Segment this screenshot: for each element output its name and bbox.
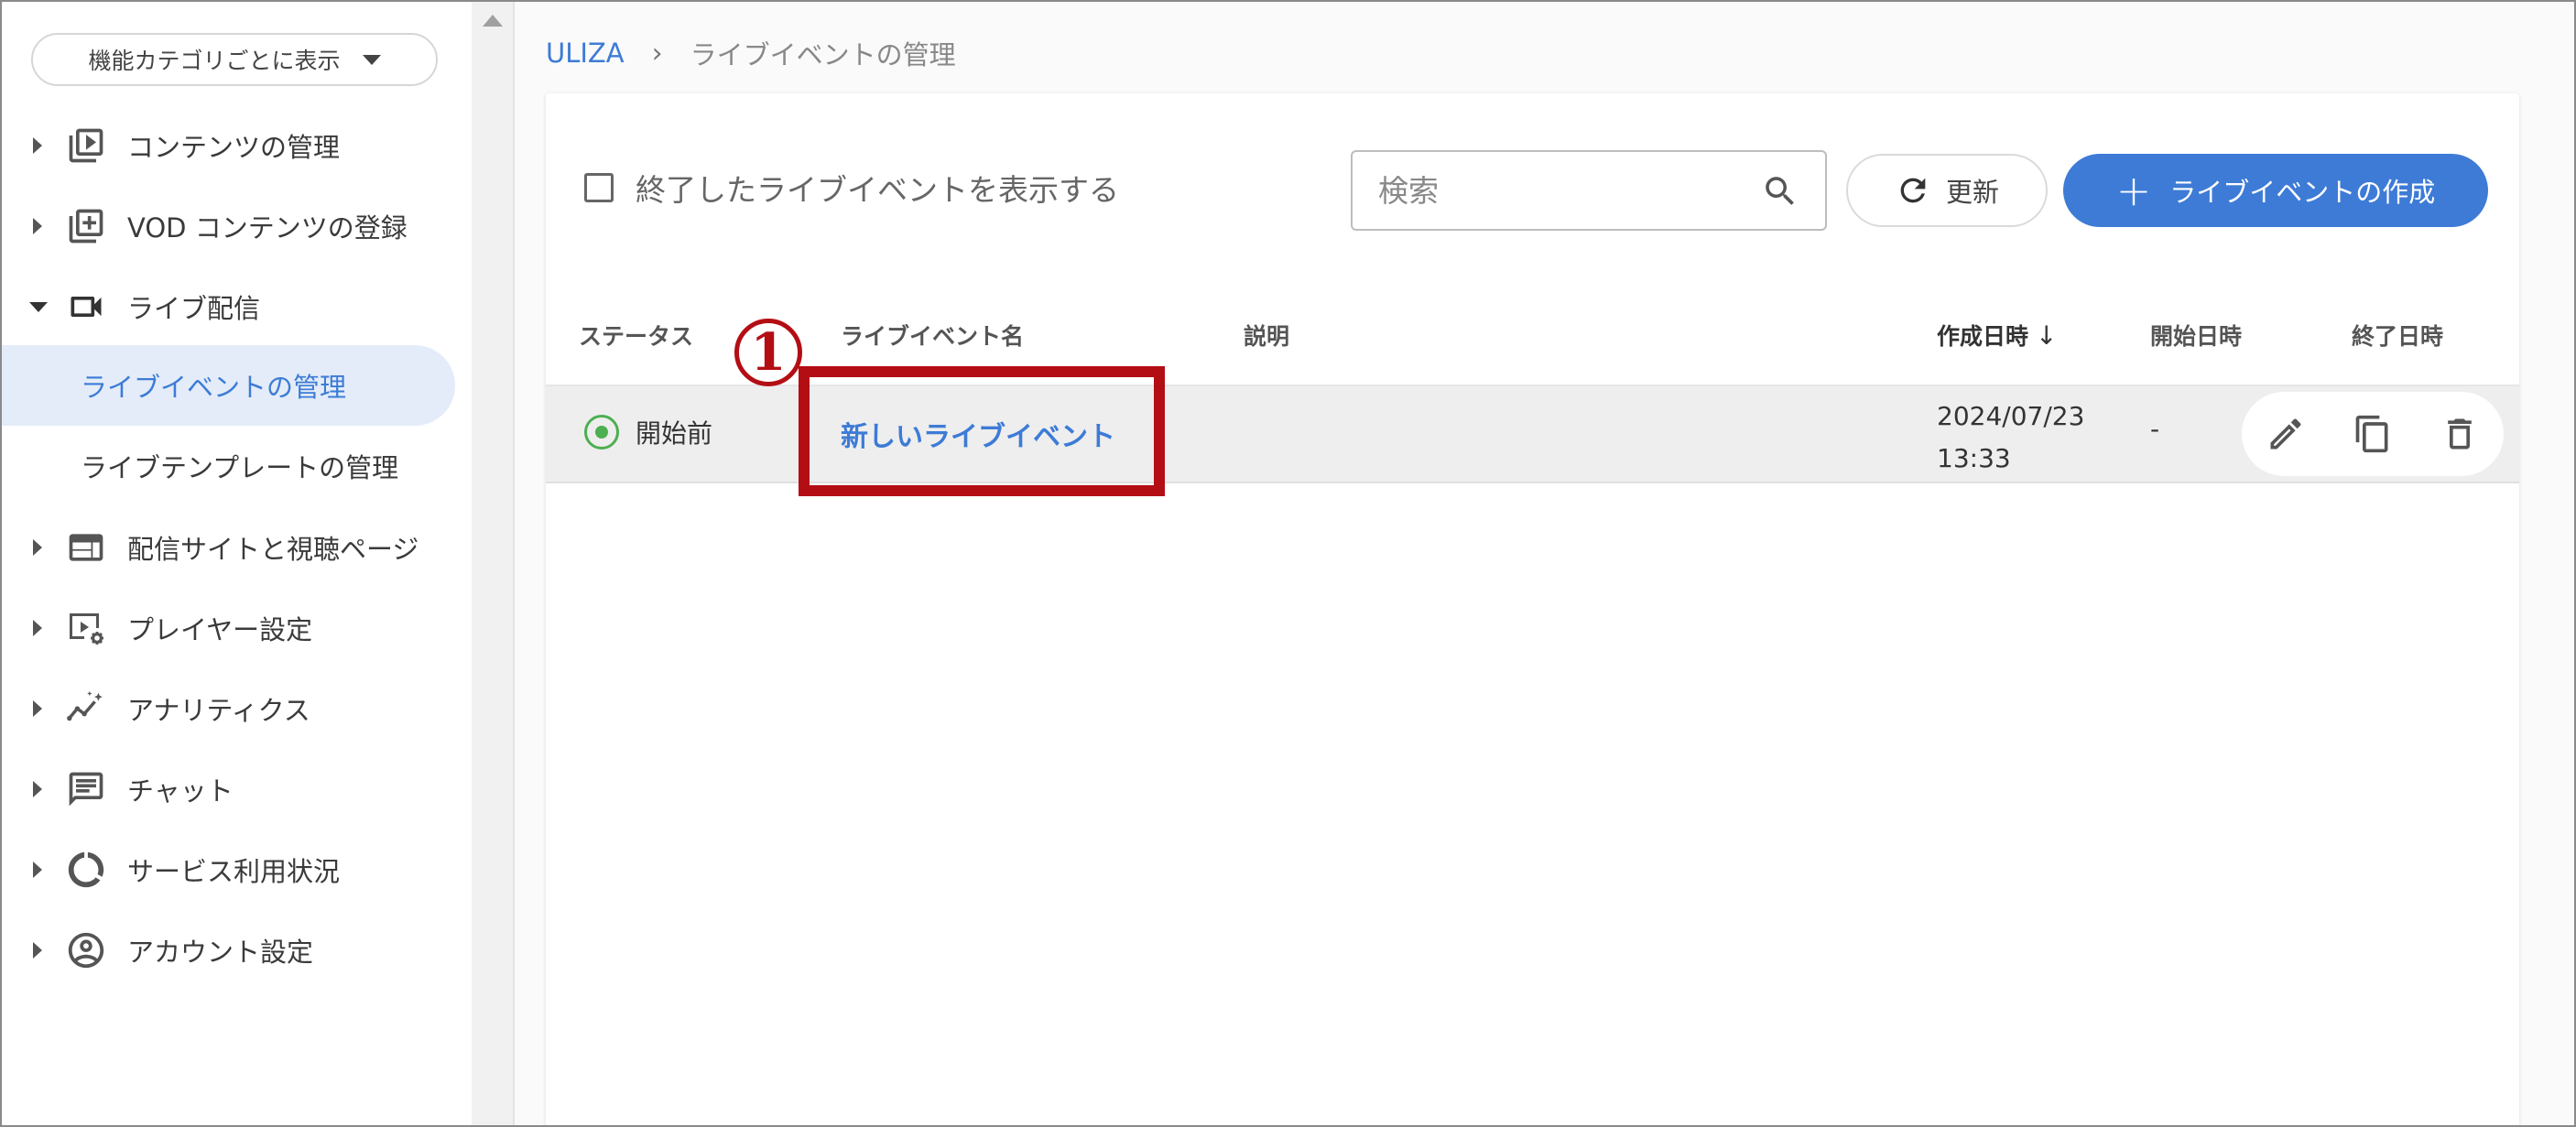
video-camera-icon [64, 285, 108, 329]
edit-icon[interactable] [2260, 408, 2311, 460]
account-circle-icon [64, 928, 108, 972]
delete-icon[interactable] [2434, 408, 2485, 460]
column-header-end[interactable]: 終了日時 [2352, 319, 2443, 352]
sidebar-subitem-label: ライブイベントの管理 [81, 372, 347, 403]
sidebar-item-label: チャット [127, 775, 234, 807]
sidebar-item-label: アナリティクス [127, 695, 310, 726]
sidebar-item-content-management[interactable]: コンテンツの管理 [2, 109, 460, 182]
live-event-card: 終了したライブイベントを表示する 更新 + ライブイベントの作成 ステータス ラ… [546, 93, 2519, 1125]
chat-icon [64, 767, 108, 811]
refresh-label: 更新 [1945, 177, 1999, 208]
sidebar-item-chat[interactable]: チャット [2, 753, 460, 826]
show-ended-label: 終了したライブイベントを表示する [636, 172, 1119, 208]
web-page-icon [64, 526, 108, 569]
sidebar-item-label: アカウント設定 [127, 937, 314, 968]
sidebar-item-service-usage[interactable]: サービス利用状況 [2, 833, 460, 906]
annotation-highlight-box [799, 366, 1165, 496]
scroll-up-arrow-icon[interactable] [483, 15, 503, 27]
app-window: 機能カテゴリごとに表示 コンテンツの管理 VOD コンテンツの登録 ライブ配信 [0, 0, 2576, 1127]
column-header-start[interactable]: 開始日時 [2150, 319, 2242, 352]
search-icon[interactable] [1761, 172, 1799, 214]
sidebar-item-account-settings[interactable]: アカウント設定 [2, 914, 460, 987]
sort-arrow-down-icon: ↓ [2036, 320, 2058, 351]
expand-caret-icon [33, 539, 42, 556]
column-header-status[interactable]: ステータス [579, 319, 693, 352]
sidebar-item-label: ライブ配信 [127, 293, 261, 324]
status-cell: 開始前 [584, 414, 712, 450]
create-live-event-button[interactable]: + ライブイベントの作成 [2063, 154, 2488, 227]
expand-caret-icon [33, 137, 42, 154]
analytics-icon [64, 687, 108, 731]
category-select[interactable]: 機能カテゴリごとに表示 [31, 33, 438, 86]
annotation-ring [734, 319, 802, 386]
annotation-number-badge: 1 [734, 319, 802, 386]
expand-caret-icon [33, 620, 42, 636]
play-box-icon [64, 124, 108, 168]
create-live-event-label: ライブイベントの作成 [2169, 177, 2436, 208]
sidebar-item-analytics[interactable]: アナリティクス [2, 672, 460, 745]
start-cell: - [2150, 414, 2160, 444]
column-header-description: 説明 [1244, 323, 1290, 350]
show-ended-checkbox[interactable] [584, 173, 614, 202]
column-header-created[interactable]: 作成日時 ↓ [1937, 319, 2057, 352]
sidebar-item-player-settings[interactable]: プレイヤー設定 [2, 591, 460, 665]
expand-caret-icon [33, 942, 42, 959]
row-actions [2242, 392, 2504, 476]
column-header-created-label: 作成日時 [1937, 323, 2029, 350]
plus-icon: + [2115, 166, 2152, 215]
expand-caret-icon [33, 862, 42, 878]
sidebar-item-vod-register[interactable]: VOD コンテンツの登録 [2, 190, 460, 263]
created-date: 2024/07/23 [1937, 401, 2085, 431]
sidebar-scrollbar[interactable] [472, 2, 515, 1125]
sidebar-item-live-event-management[interactable]: ライブイベントの管理 [2, 345, 455, 426]
status-label: 開始前 [636, 418, 713, 449]
expand-caret-icon [33, 700, 42, 717]
breadcrumb-root-link[interactable]: ULIZA [546, 38, 625, 69]
sidebar-item-label: 配信サイトと視聴ページ [127, 534, 419, 565]
column-header-event-name[interactable]: ライブイベント名 [841, 319, 1024, 352]
sidebar-subitem-label: ライブテンプレートの管理 [81, 452, 399, 483]
breadcrumb-current: ライブイベントの管理 [690, 39, 956, 70]
player-settings-icon [64, 606, 108, 650]
sidebar-item-live-template-management[interactable]: ライブテンプレートの管理 [2, 426, 455, 506]
created-cell: 2024/07/23 13:33 [1937, 396, 2084, 480]
sidebar: 機能カテゴリごとに表示 コンテンツの管理 VOD コンテンツの登録 ライブ配信 [2, 2, 472, 1125]
breadcrumb-separator-icon: › [651, 37, 663, 70]
search-input[interactable] [1376, 171, 1728, 210]
usage-donut-icon [64, 848, 108, 892]
created-time: 13:33 [1937, 443, 2011, 473]
show-ended-toggle[interactable]: 終了したライブイベントを表示する [584, 167, 1119, 209]
sidebar-item-live[interactable]: ライブ配信 [2, 270, 460, 343]
category-select-label: 機能カテゴリごとに表示 [88, 48, 341, 74]
breadcrumb: ULIZA › ライブイベントの管理 [546, 35, 956, 71]
sidebar-item-label: サービス利用状況 [127, 856, 341, 887]
sidebar-item-label: プレイヤー設定 [127, 614, 313, 645]
search-box [1351, 150, 1827, 231]
expand-caret-icon [33, 218, 42, 234]
collapse-caret-icon [29, 301, 48, 312]
refresh-icon [1895, 172, 1931, 209]
refresh-button[interactable]: 更新 [1846, 154, 2048, 227]
add-box-icon [64, 204, 108, 248]
dropdown-arrow-icon [362, 54, 381, 65]
copy-icon[interactable] [2347, 408, 2398, 460]
sidebar-item-label: VOD コンテンツの登録 [127, 212, 408, 244]
sidebar-item-label: コンテンツの管理 [127, 132, 341, 163]
status-radio-icon [584, 415, 619, 450]
expand-caret-icon [33, 781, 42, 797]
sidebar-item-delivery-site[interactable]: 配信サイトと視聴ページ [2, 511, 460, 584]
